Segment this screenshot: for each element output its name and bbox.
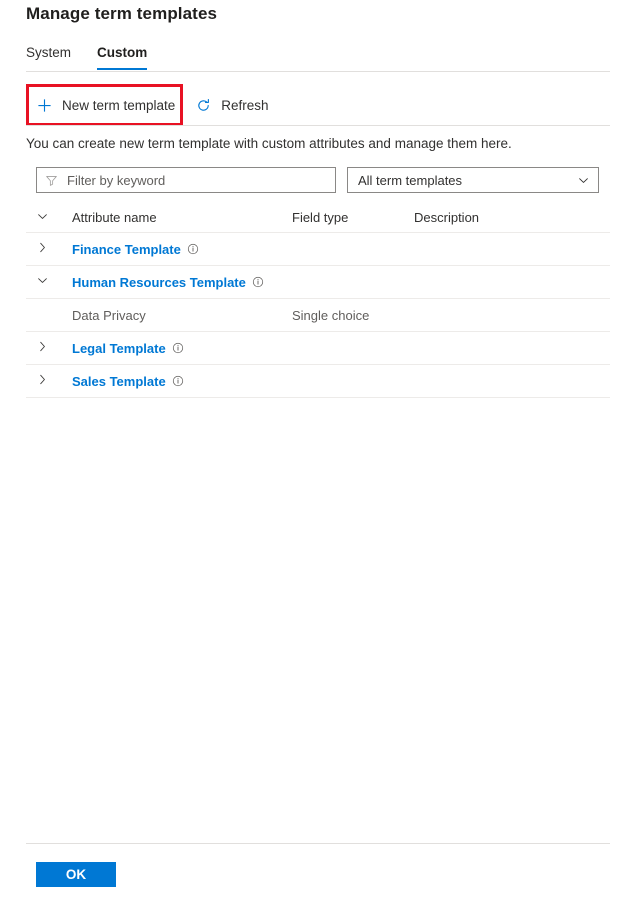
plus-icon (36, 97, 53, 114)
chevron-down-icon (36, 274, 49, 290)
table-row[interactable]: Finance Template (26, 233, 610, 266)
search-box[interactable] (36, 167, 336, 193)
row-name-cell: Legal Template (72, 341, 292, 356)
refresh-icon (195, 97, 212, 114)
page-description: You can create new term template with cu… (26, 136, 512, 151)
table-row[interactable]: Sales Template (26, 365, 610, 398)
template-link[interactable]: Legal Template (72, 341, 166, 356)
template-link[interactable]: Human Resources Template (72, 275, 246, 290)
row-name-cell: Finance Template (72, 242, 292, 257)
command-bar-divider (26, 125, 610, 126)
column-header-description[interactable]: Description (414, 210, 610, 225)
search-input[interactable] (65, 171, 327, 189)
chevron-down-icon (36, 210, 49, 226)
attribute-name: Data Privacy (72, 307, 146, 323)
row-name-cell: Data Privacy (72, 308, 292, 323)
refresh-label: Refresh (221, 97, 269, 113)
table-row[interactable]: Human Resources Template (26, 266, 610, 299)
page-title: Manage term templates (26, 4, 218, 23)
row-name-cell: Human Resources Template (72, 275, 292, 290)
row-name-cell: Sales Template (72, 374, 292, 389)
column-header-field-type[interactable]: Field type (292, 210, 414, 225)
chevron-right-icon (36, 241, 49, 257)
row-field-type-cell: Single choice (292, 307, 370, 323)
ok-button[interactable]: OK (36, 862, 116, 887)
row-expand-toggle[interactable] (26, 373, 72, 389)
new-term-template-label: New term template (62, 97, 176, 113)
chevron-right-icon (36, 340, 49, 356)
new-term-template-button[interactable]: New term template (26, 86, 185, 124)
tabs-divider (26, 71, 610, 72)
tab-system[interactable]: System (26, 44, 71, 70)
tab-list: System Custom (26, 44, 148, 70)
refresh-button[interactable]: Refresh (185, 86, 278, 124)
expand-all-toggle[interactable] (26, 210, 72, 226)
info-icon[interactable] (187, 243, 199, 255)
footer-divider (26, 843, 610, 844)
term-template-filter-dropdown[interactable]: All term templates (347, 167, 599, 193)
tab-custom[interactable]: Custom (97, 44, 148, 70)
info-icon[interactable] (172, 375, 184, 387)
command-bar: New term template Refresh (26, 86, 279, 124)
filter-funnel-icon (45, 174, 58, 187)
info-icon[interactable] (172, 342, 184, 354)
row-expand-toggle[interactable] (26, 274, 72, 290)
term-template-filter-value: All term templates (358, 172, 463, 188)
filter-row: All term templates (36, 167, 599, 193)
table-header-row: Attribute name Field type Description (26, 203, 610, 233)
row-expand-toggle[interactable] (26, 340, 72, 356)
chevron-right-icon (36, 373, 49, 389)
chevron-down-icon (577, 174, 590, 187)
term-templates-table: Attribute name Field type Description Fi… (26, 203, 610, 398)
template-link[interactable]: Sales Template (72, 374, 166, 389)
table-row[interactable]: Legal Template (26, 332, 610, 365)
info-icon[interactable] (252, 276, 264, 288)
table-row[interactable]: Data Privacy Single choice (26, 299, 610, 332)
template-link[interactable]: Finance Template (72, 242, 181, 257)
column-header-attribute-name[interactable]: Attribute name (72, 210, 292, 225)
row-expand-toggle[interactable] (26, 241, 72, 257)
